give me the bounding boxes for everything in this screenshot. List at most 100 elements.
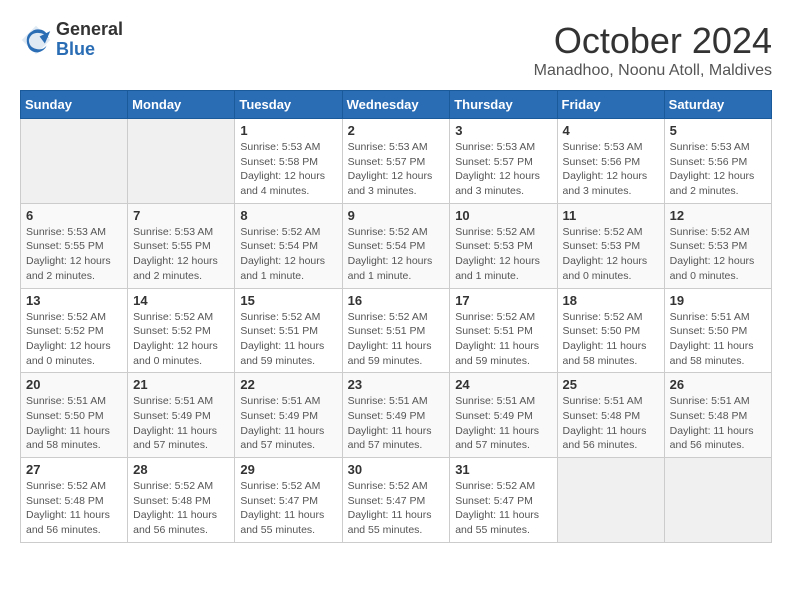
day-info: Sunrise: 5:53 AM Sunset: 5:56 PM Dayligh…	[670, 140, 766, 199]
day-info: Sunrise: 5:51 AM Sunset: 5:48 PM Dayligh…	[563, 394, 659, 453]
day-cell: 20Sunrise: 5:51 AM Sunset: 5:50 PM Dayli…	[21, 373, 128, 458]
day-number: 13	[26, 293, 122, 308]
day-number: 23	[348, 377, 445, 392]
logo-text: General Blue	[56, 20, 123, 60]
day-info: Sunrise: 5:52 AM Sunset: 5:47 PM Dayligh…	[455, 479, 551, 538]
day-info: Sunrise: 5:51 AM Sunset: 5:48 PM Dayligh…	[670, 394, 766, 453]
day-cell: 27 Sunrise: 5:52 AM Sunset: 5:48 PM Dayli…	[21, 458, 128, 543]
col-header-friday: Friday	[557, 91, 664, 119]
day-info: Sunrise: 5:51 AM Sunset: 5:49 PM Dayligh…	[455, 394, 551, 453]
day-cell: 23 Sunrise: 5:51 AM Sunset: 5:49 PM Dayli…	[342, 373, 450, 458]
day-info: Sunrise: 5:51 AM Sunset: 5:49 PM Dayligh…	[240, 394, 336, 453]
day-cell	[128, 119, 235, 204]
day-cell: 8 Sunrise: 5:52 AM Sunset: 5:54 PM Daylig…	[235, 203, 342, 288]
day-info: Sunrise: 5:52 AM Sunset: 5:47 PM Dayligh…	[348, 479, 445, 538]
col-header-sunday: Sunday	[21, 91, 128, 119]
day-info: Sunrise: 5:51 AM Sunset: 5:50 PM Dayligh…	[670, 310, 766, 369]
day-number: 2	[348, 123, 445, 138]
day-number: 21	[133, 377, 229, 392]
day-number: 24	[455, 377, 551, 392]
day-info: Sunrise: 5:52 AM Sunset: 5:54 PM Dayligh…	[348, 225, 445, 284]
day-cell: 14 Sunrise: 5:52 AM Sunset: 5:52 PM Dayli…	[128, 288, 235, 373]
day-info: Sunrise: 5:51 AM Sunset: 5:49 PM Dayligh…	[348, 394, 445, 453]
day-info: Sunrise: 5:52 AM Sunset: 5:53 PM Dayligh…	[455, 225, 551, 284]
month-title: October 2024	[534, 20, 772, 62]
day-cell	[664, 458, 771, 543]
day-number: 6	[26, 208, 122, 223]
col-header-thursday: Thursday	[450, 91, 557, 119]
day-cell: 19 Sunrise: 5:51 AM Sunset: 5:50 PM Dayli…	[664, 288, 771, 373]
page-header: General Blue October 2024 Manadhoo, Noon…	[20, 20, 772, 80]
day-info: Sunrise: 5:53 AM Sunset: 5:55 PM Dayligh…	[133, 225, 229, 284]
day-info: Sunrise: 5:53 AM Sunset: 5:58 PM Dayligh…	[240, 140, 336, 199]
day-number: 9	[348, 208, 445, 223]
day-info: Sunrise: 5:52 AM Sunset: 5:51 PM Dayligh…	[348, 310, 445, 369]
day-cell: 30 Sunrise: 5:52 AM Sunset: 5:47 PM Dayli…	[342, 458, 450, 543]
day-cell: 9 Sunrise: 5:52 AM Sunset: 5:54 PM Daylig…	[342, 203, 450, 288]
day-number: 26	[670, 377, 766, 392]
day-cell: 3Sunrise: 5:53 AM Sunset: 5:57 PM Daylig…	[450, 119, 557, 204]
day-cell: 16Sunrise: 5:52 AM Sunset: 5:51 PM Dayli…	[342, 288, 450, 373]
day-number: 30	[348, 462, 445, 477]
day-info: Sunrise: 5:51 AM Sunset: 5:50 PM Dayligh…	[26, 394, 122, 453]
day-info: Sunrise: 5:52 AM Sunset: 5:53 PM Dayligh…	[670, 225, 766, 284]
day-cell	[557, 458, 664, 543]
day-number: 14	[133, 293, 229, 308]
day-cell: 11Sunrise: 5:52 AM Sunset: 5:53 PM Dayli…	[557, 203, 664, 288]
day-cell	[21, 119, 128, 204]
day-info: Sunrise: 5:52 AM Sunset: 5:51 PM Dayligh…	[455, 310, 551, 369]
day-info: Sunrise: 5:52 AM Sunset: 5:50 PM Dayligh…	[563, 310, 659, 369]
day-cell: 21 Sunrise: 5:51 AM Sunset: 5:49 PM Dayli…	[128, 373, 235, 458]
title-block: October 2024 Manadhoo, Noonu Atoll, Mald…	[534, 20, 772, 80]
day-cell: 29Sunrise: 5:52 AM Sunset: 5:47 PM Dayli…	[235, 458, 342, 543]
day-cell: 18 Sunrise: 5:52 AM Sunset: 5:50 PM Dayli…	[557, 288, 664, 373]
week-row-2: 6 Sunrise: 5:53 AM Sunset: 5:55 PM Daylig…	[21, 203, 772, 288]
day-cell: 17Sunrise: 5:52 AM Sunset: 5:51 PM Dayli…	[450, 288, 557, 373]
day-cell: 13Sunrise: 5:52 AM Sunset: 5:52 PM Dayli…	[21, 288, 128, 373]
day-number: 18	[563, 293, 659, 308]
logo: General Blue	[20, 20, 123, 60]
day-cell: 12 Sunrise: 5:52 AM Sunset: 5:53 PM Dayli…	[664, 203, 771, 288]
day-cell: 6 Sunrise: 5:53 AM Sunset: 5:55 PM Daylig…	[21, 203, 128, 288]
day-cell: 24 Sunrise: 5:51 AM Sunset: 5:49 PM Dayli…	[450, 373, 557, 458]
col-header-monday: Monday	[128, 91, 235, 119]
location-subtitle: Manadhoo, Noonu Atoll, Maldives	[534, 62, 772, 80]
day-info: Sunrise: 5:52 AM Sunset: 5:53 PM Dayligh…	[563, 225, 659, 284]
day-info: Sunrise: 5:53 AM Sunset: 5:57 PM Dayligh…	[455, 140, 551, 199]
logo-icon	[20, 24, 52, 56]
day-cell: 15 Sunrise: 5:52 AM Sunset: 5:51 PM Dayli…	[235, 288, 342, 373]
day-number: 15	[240, 293, 336, 308]
day-info: Sunrise: 5:52 AM Sunset: 5:48 PM Dayligh…	[133, 479, 229, 538]
day-cell: 31 Sunrise: 5:52 AM Sunset: 5:47 PM Dayli…	[450, 458, 557, 543]
day-number: 12	[670, 208, 766, 223]
day-info: Sunrise: 5:52 AM Sunset: 5:54 PM Dayligh…	[240, 225, 336, 284]
week-row-3: 13 Sunrise: 5:52 AM Sunset: 5:52 PM Dayli…	[21, 288, 772, 373]
day-cell: 26 Sunrise: 5:51 AM Sunset: 5:48 PM Dayli…	[664, 373, 771, 458]
day-number: 5	[670, 123, 766, 138]
day-info: Sunrise: 5:52 AM Sunset: 5:51 PM Dayligh…	[240, 310, 336, 369]
day-info: Sunrise: 5:52 AM Sunset: 5:48 PM Dayligh…	[26, 479, 122, 538]
day-cell: 28Sunrise: 5:52 AM Sunset: 5:48 PM Dayli…	[128, 458, 235, 543]
col-header-wednesday: Wednesday	[342, 91, 450, 119]
week-row-5: 27 Sunrise: 5:52 AM Sunset: 5:48 PM Dayli…	[21, 458, 772, 543]
day-info: Sunrise: 5:51 AM Sunset: 5:49 PM Dayligh…	[133, 394, 229, 453]
day-number: 7	[133, 208, 229, 223]
day-number: 27	[26, 462, 122, 477]
day-cell: 1 Sunrise: 5:53 AM Sunset: 5:58 PM Daylig…	[235, 119, 342, 204]
day-number: 1	[240, 123, 336, 138]
day-number: 31	[455, 462, 551, 477]
day-cell: 5 Sunrise: 5:53 AM Sunset: 5:56 PM Daylig…	[664, 119, 771, 204]
day-info: Sunrise: 5:53 AM Sunset: 5:56 PM Dayligh…	[563, 140, 659, 199]
day-cell: 7 Sunrise: 5:53 AM Sunset: 5:55 PM Daylig…	[128, 203, 235, 288]
week-row-1: 1 Sunrise: 5:53 AM Sunset: 5:58 PM Daylig…	[21, 119, 772, 204]
day-number: 25	[563, 377, 659, 392]
day-info: Sunrise: 5:52 AM Sunset: 5:52 PM Dayligh…	[133, 310, 229, 369]
header-row: SundayMondayTuesdayWednesdayThursdayFrid…	[21, 91, 772, 119]
calendar-table: SundayMondayTuesdayWednesdayThursdayFrid…	[20, 90, 772, 543]
logo-general: General	[56, 19, 123, 39]
day-info: Sunrise: 5:53 AM Sunset: 5:55 PM Dayligh…	[26, 225, 122, 284]
day-number: 8	[240, 208, 336, 223]
day-cell: 22Sunrise: 5:51 AM Sunset: 5:49 PM Dayli…	[235, 373, 342, 458]
day-cell: 10Sunrise: 5:52 AM Sunset: 5:53 PM Dayli…	[450, 203, 557, 288]
day-number: 19	[670, 293, 766, 308]
